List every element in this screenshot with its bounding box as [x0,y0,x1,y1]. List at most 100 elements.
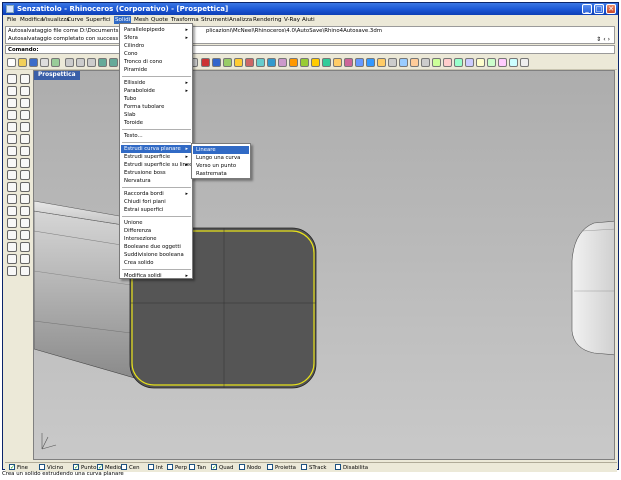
array-icon[interactable] [7,242,17,252]
render-icon[interactable] [289,58,298,67]
osnap-tan[interactable]: Tan [189,463,206,472]
polygon-icon[interactable] [20,110,30,120]
menu-curve[interactable]: Curve [66,16,85,24]
extrude-icon[interactable] [20,158,30,168]
osnap-checkbox[interactable]: ✓ [9,463,15,470]
menu-item-lineare[interactable]: Lineare [193,146,249,154]
material-icon[interactable] [300,58,309,67]
select-points-icon[interactable] [7,74,17,84]
render-preview-icon[interactable] [20,254,30,264]
osnap-checkbox[interactable] [121,463,127,470]
menu-strumenti[interactable]: Strumenti [200,16,230,24]
redo-icon[interactable] [109,58,118,67]
menu-item-slab[interactable]: Slab [121,111,191,119]
menu-item-estrusione-boss[interactable]: Estrusione boss [121,169,191,177]
menu-item-piramide[interactable]: Piramide [121,66,191,74]
menu-analizza[interactable]: Analizza [228,16,253,24]
osnap-strack[interactable]: STrack [301,463,327,472]
sweep-icon[interactable] [7,182,17,192]
osnap-checkbox[interactable] [148,463,154,470]
osnap-checkbox[interactable] [39,463,45,470]
menu-item-tubo[interactable]: Tubo [121,95,191,103]
viewport-title-tab[interactable]: Prospettica [34,71,80,80]
snap-icon[interactable] [234,58,243,67]
menu-aiuti[interactable]: Aiuti [301,16,316,24]
osnap-checkbox[interactable] [167,463,173,470]
menu-item-suddivisione-booleana[interactable]: Suddivisione booleana [121,251,191,259]
revolve-icon[interactable] [20,170,30,180]
loft-icon[interactable] [7,170,17,180]
menu-item-unione[interactable]: Unione [121,219,191,227]
line-icon[interactable] [20,86,30,96]
menu-item-crea-solido[interactable]: Crea solido [121,259,191,267]
join-icon[interactable] [454,58,463,67]
menu-item-paraboloide[interactable]: Paraboloide ▸ [121,87,191,95]
solid-box-icon[interactable] [20,146,30,156]
arc-icon[interactable] [20,98,30,108]
open-icon[interactable] [18,58,27,67]
boolean-union-icon[interactable] [20,182,30,192]
osnap-proietta[interactable]: Proietta [267,463,296,472]
fillet-edge-icon[interactable] [20,194,30,204]
menu-item-sfera[interactable]: Sfera ▸ [121,34,191,42]
menu-item-cono[interactable]: Cono [121,50,191,58]
text-icon[interactable] [20,242,30,252]
solid-sphere-icon[interactable] [7,158,17,168]
layer-icon[interactable] [212,58,221,67]
osnap-checkbox[interactable] [239,463,245,470]
explode-icon[interactable] [465,58,474,67]
menu-item-estrudi-superficie-su-linee[interactable]: Estrudi superficie su linee ▸ [121,161,192,169]
paste-icon[interactable] [87,58,96,67]
fillet-icon[interactable] [498,58,507,67]
print-icon[interactable] [40,58,49,67]
menu-item-tronco-di-cono[interactable]: Tronco di cono [121,58,191,66]
undo-icon[interactable] [98,58,107,67]
hide-icon[interactable] [388,58,397,67]
osnap-checkbox[interactable] [267,463,273,470]
menu-item-estrudi-superficie[interactable]: Estrudi superficie ▸ [121,153,191,161]
command-line[interactable]: Comando: [5,45,615,54]
chamfer-icon[interactable] [509,58,518,67]
osnap-checkbox[interactable] [301,463,307,470]
minimize-button[interactable]: _ [582,4,592,14]
ungroup-icon[interactable] [443,58,452,67]
menu-item-lungo-una-curva[interactable]: Lungo una curva [193,154,249,162]
menu-item-parallelepipedo[interactable]: Parallelepipedo ▸ [121,26,191,34]
menu-item-booleane-due-oggetti[interactable]: Booleane due oggetti [121,243,191,251]
history-scroll-arrows-icon[interactable]: ⇕‹› [596,36,612,43]
properties-icon[interactable] [201,58,210,67]
rectangle-icon[interactable] [7,110,17,120]
import-icon[interactable] [51,58,60,67]
menu-rendering[interactable]: Rendering [252,16,283,24]
surface-corners-icon[interactable] [7,146,17,156]
show-icon[interactable] [399,58,408,67]
boolean-diff-icon[interactable] [7,194,17,204]
environment-icon[interactable] [355,58,364,67]
second-solid[interactable] [571,220,615,356]
camera-icon[interactable] [333,58,342,67]
rotate-icon[interactable] [20,218,30,228]
menu-item-raccorda-bordi[interactable]: Raccorda bordi ▸ [121,190,191,198]
osnap-quad[interactable]: ✓ Quad [211,463,233,472]
copy-icon[interactable] [76,58,85,67]
surface-plane-icon[interactable] [20,134,30,144]
menu-item-chiudi-fori-piani[interactable]: Chiudi fori piani [121,198,191,206]
mirror-icon[interactable] [20,230,30,240]
osnap-disabilita[interactable]: Disabilita [335,463,368,472]
sphere-env-icon[interactable] [322,58,331,67]
menu-item-ellisside[interactable]: Ellisside ▸ [121,79,191,87]
menu-item-verso-un-punto[interactable]: Verso un punto [193,162,249,170]
mesh-icon[interactable] [7,206,17,216]
point-icon[interactable] [20,74,30,84]
texture-icon[interactable] [344,58,353,67]
save-icon[interactable] [29,58,38,67]
osnap-toggle-icon[interactable] [20,266,30,276]
cut-icon[interactable] [65,58,74,67]
menu-item-nervatura[interactable]: Nervatura [121,177,191,185]
menu-superfici[interactable]: Superfici [85,16,112,24]
menu-item-estrudi-curva-planare[interactable]: Estrudi curva planare ▸ [121,145,191,153]
lock-icon[interactable] [410,58,419,67]
grid-icon[interactable] [223,58,232,67]
split-icon[interactable] [487,58,496,67]
osnap-checkbox[interactable]: ✓ [97,463,103,470]
